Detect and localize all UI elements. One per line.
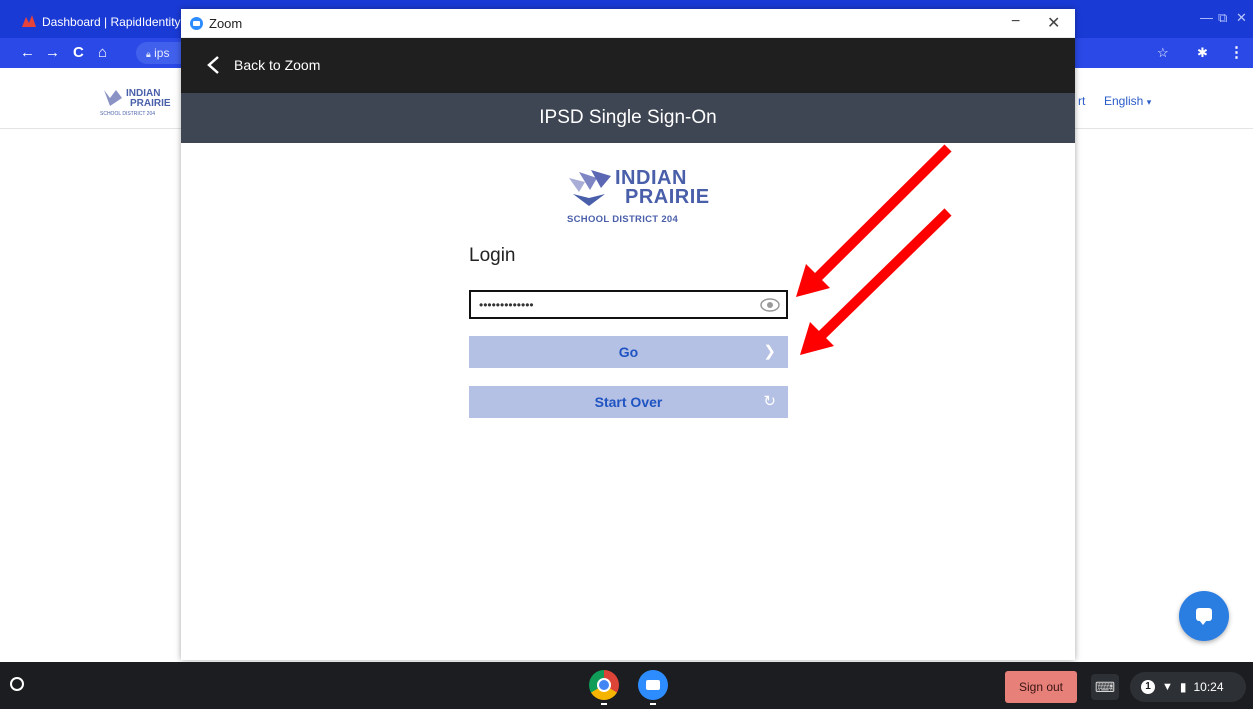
chevron-right-icon: ❯	[763, 343, 776, 360]
sign-out-button[interactable]: Sign out	[1005, 671, 1077, 703]
indian-prairie-logo-background-icon: INDIAN PRAIRIE SCHOOL DISTRICT 204	[100, 88, 171, 117]
sso-header: IPSD Single Sign-On	[181, 93, 1075, 143]
svg-text:PRAIRIE: PRAIRIE	[130, 98, 171, 109]
browser-minimize-icon[interactable]: —	[1200, 10, 1213, 25]
launcher-circle-icon[interactable]	[10, 677, 24, 691]
zoom-app-icon	[190, 17, 203, 30]
chrome-running-indicator	[601, 703, 607, 705]
browser-close-icon[interactable]: ✕	[1236, 10, 1247, 26]
start-over-button-label: Start Over	[594, 394, 663, 410]
back-to-zoom-bar[interactable]: Back to Zoom	[181, 38, 1075, 93]
battery-icon: ▮	[1179, 680, 1187, 694]
go-button-label: Go	[618, 344, 639, 360]
go-button[interactable]: Go ❯	[469, 336, 788, 368]
login-heading: Login	[469, 245, 516, 266]
wifi-icon: ▼	[1162, 681, 1173, 693]
zoom-minimize-button[interactable]: −	[1011, 13, 1020, 31]
back-to-zoom-link[interactable]: Back to Zoom	[234, 57, 320, 73]
reload-icon[interactable]: C	[73, 38, 84, 68]
status-tray[interactable]: 1 ▼ ▮ 10:24	[1130, 672, 1246, 702]
extensions-puzzle-icon[interactable]: ✱	[1197, 38, 1208, 68]
district-emblem-icon	[569, 170, 611, 206]
background-link-partial[interactable]: rt	[1078, 94, 1085, 108]
omnibox-text: ips	[154, 46, 170, 60]
zoom-icon[interactable]	[638, 670, 668, 700]
zoom-running-indicator	[650, 703, 656, 705]
forward-arrow-icon[interactable]: →	[45, 38, 60, 68]
caret-down-icon: ▾	[1146, 97, 1152, 107]
zoom-close-button[interactable]: ✕	[1047, 13, 1060, 33]
browser-restore-icon[interactable]: ⧉	[1218, 10, 1227, 26]
keyboard-icon[interactable]: ⌨	[1091, 674, 1119, 700]
show-password-eye-icon[interactable]	[760, 298, 780, 312]
indian-prairie-logo: INDIAN PRAIRIE SCHOOL DISTRICT 204	[567, 166, 709, 230]
chat-support-button[interactable]	[1179, 591, 1229, 641]
svg-text:SCHOOL DISTRICT 204: SCHOOL DISTRICT 204	[100, 111, 155, 117]
back-arrow-icon[interactable]: ←	[20, 38, 35, 68]
language-label: English	[1104, 94, 1144, 108]
password-field[interactable]	[469, 290, 788, 319]
home-icon[interactable]: ⌂	[98, 38, 107, 68]
password-input[interactable]	[479, 296, 749, 314]
chevron-left-icon	[207, 56, 219, 74]
bookmark-star-icon[interactable]: ☆	[1157, 38, 1169, 68]
page-title: IPSD Single Sign-On	[539, 107, 717, 128]
lock-icon: 🔒︎	[146, 49, 151, 59]
clock-time: 10:24	[1193, 680, 1224, 694]
desktop: Dashboard | RapidIdentity — ⧉ ✕ ← → C ⌂ …	[0, 0, 1253, 709]
language-selector[interactable]: English ▾	[1104, 94, 1151, 108]
zoom-window: Zoom − ✕ Back to Zoom IPSD Single Sign-O…	[181, 9, 1075, 660]
start-over-button[interactable]: Start Over ↻	[469, 386, 788, 418]
chat-bubble-icon	[1196, 608, 1212, 625]
chrome-menu-icon[interactable]: ⋮	[1229, 38, 1244, 68]
browser-tab[interactable]: Dashboard | RapidIdentity	[6, 6, 182, 38]
notification-count-badge: 1	[1141, 680, 1155, 694]
logo-text-district: SCHOOL DISTRICT 204	[567, 214, 679, 225]
browser-tab-title: Dashboard | RapidIdentity	[42, 15, 181, 29]
refresh-icon: ↻	[763, 393, 776, 410]
zoom-titlebar: Zoom − ✕	[181, 9, 1075, 38]
chrome-icon[interactable]	[589, 670, 619, 700]
rapididentity-favicon-icon	[22, 14, 36, 30]
logo-text-prairie: PRAIRIE	[625, 186, 710, 208]
zoom-window-title: Zoom	[209, 16, 243, 31]
